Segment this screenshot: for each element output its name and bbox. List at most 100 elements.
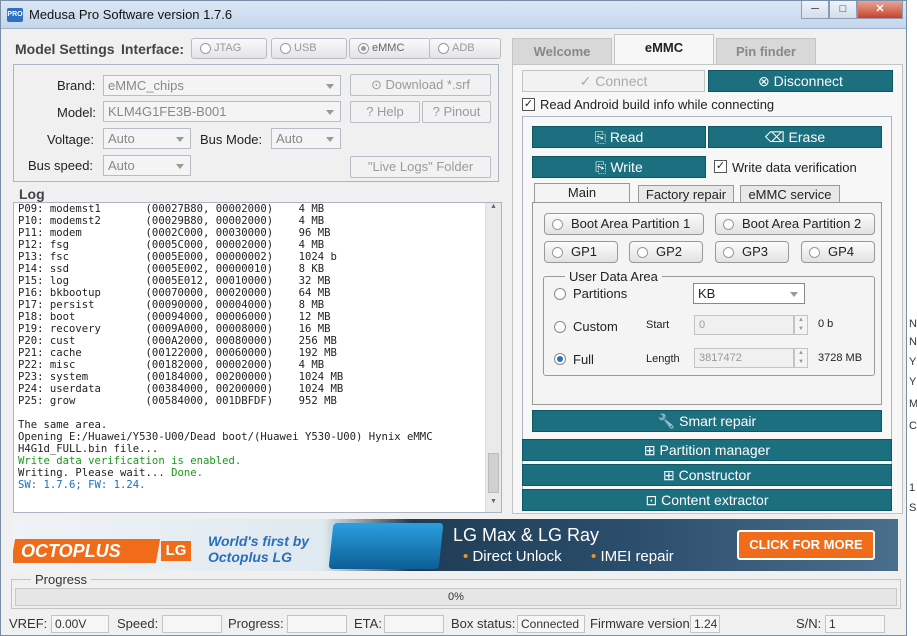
constructor-button[interactable]: ⊞ Constructor [522, 464, 892, 486]
length-spinner[interactable]: ▲ ▼ [794, 348, 808, 368]
banner-headline: LG Max & LG Ray [453, 525, 600, 545]
progress-status-label: Progress: [228, 616, 284, 631]
live-logs-folder-button[interactable]: "Live Logs" Folder [350, 156, 491, 178]
progress-percent: 0% [448, 591, 464, 603]
side-text: N [909, 336, 917, 348]
log-line: P11: modem (0002C000, 00030000) 96 MB [18, 227, 331, 239]
length-input[interactable]: 3817472 [694, 348, 794, 368]
read-android-checkbox[interactable]: ✓ [522, 98, 535, 111]
banner-tagline-1: World's first by [208, 533, 310, 549]
main-window: PRO Medusa Pro Software version 1.7.6 ─ … [0, 0, 907, 636]
log-line: P25: grow (00584000, 001DBFDF) 952 MB [18, 395, 337, 407]
scroll-up-icon[interactable]: ▲ [486, 203, 501, 217]
extractor-icon: ⊡ [645, 492, 658, 508]
partitions-radio[interactable] [554, 288, 566, 300]
side-text: C [909, 420, 917, 432]
log-line: P23: system (00184000, 00200000) 1024 MB [18, 371, 344, 383]
log-title: Log [19, 186, 45, 202]
minimize-button[interactable]: ─ [801, 1, 829, 19]
disconnect-button[interactable]: ⊗ Disconnect [708, 70, 893, 92]
gp1-radio[interactable]: GP1 [544, 241, 618, 263]
model-select[interactable]: KLM4G1FE3B-B001 [103, 101, 341, 122]
log-scrollbar[interactable]: ▲ ▼ [485, 203, 501, 512]
side-text: Y [909, 356, 917, 368]
pinout-button[interactable]: ? Pinout [422, 101, 491, 123]
start-spinner[interactable]: ▲ ▼ [794, 315, 808, 335]
erase-button[interactable]: ⌫ Erase [708, 126, 882, 148]
octoplus-lg-banner[interactable]: OCTOPLUS LG World's first by Octoplus LG… [13, 519, 898, 571]
window-title: Medusa Pro Software version 1.7.6 [29, 7, 233, 22]
click-for-more-button[interactable]: CLICK FOR MORE [737, 530, 875, 560]
user-data-area-title: User Data Area [565, 269, 662, 284]
custom-radio[interactable] [554, 321, 566, 333]
content-extractor-button[interactable]: ⊡ Content extractor [522, 489, 892, 511]
scroll-thumb[interactable] [488, 453, 499, 493]
log-panel: P09: modemst1 (00027B80, 00002000) 4 MB P… [13, 202, 502, 513]
maximize-button[interactable]: □ [829, 1, 857, 19]
bus-mode-select[interactable]: Auto [271, 128, 341, 149]
side-text: N [909, 318, 917, 330]
box-status-value: Connected [517, 615, 585, 633]
bus-speed-select[interactable]: Auto [103, 155, 191, 176]
help-button[interactable]: ? Help [350, 101, 420, 123]
tab-pin-finder[interactable]: Pin finder [716, 38, 816, 64]
firmware-value: 1.24 [690, 615, 720, 633]
start-label: Start [646, 319, 670, 331]
interface-emmc-radio[interactable]: eMMC [349, 38, 431, 59]
eta-value [384, 615, 444, 633]
full-radio[interactable] [554, 353, 566, 365]
gp3-radio[interactable]: GP3 [715, 241, 789, 263]
tab-emmc[interactable]: eMMC [614, 34, 714, 64]
write-verify-label: Write data verification [732, 160, 857, 175]
read-button[interactable]: ⎘ Read [532, 126, 706, 148]
log-line: P21: cache (00122000, 00060000) 192 MB [18, 347, 337, 359]
gp4-radio[interactable]: GP4 [801, 241, 875, 263]
banner-feature-1: • Direct Unlock [463, 548, 562, 565]
log-line: P24: userdata (00384000, 00200000) 1024 … [18, 383, 344, 395]
log-line: H4G1d_FULL.bin file... [18, 443, 159, 455]
connect-button[interactable]: ✓ Connect [522, 70, 705, 92]
tab-welcome[interactable]: Welcome [512, 38, 612, 64]
title-bar: PRO Medusa Pro Software version 1.7.6 ─ … [1, 1, 906, 29]
interface-adb-radio[interactable]: ADB [429, 38, 501, 59]
wrench-icon: 🔧 [657, 413, 676, 429]
log-line: P19: recovery (0009A000, 00008000) 16 MB [18, 323, 331, 335]
length-unit: 3728 MB [818, 352, 863, 364]
model-label: Model: [57, 105, 97, 120]
partitions-label: Partitions [573, 286, 628, 301]
boot-area-2-radio[interactable]: Boot Area Partition 2 [715, 213, 875, 235]
vref-label: VREF: [9, 616, 48, 631]
side-text: 1 [909, 482, 916, 494]
write-icon: ⎘ [595, 159, 607, 175]
speed-label: Speed: [117, 616, 159, 631]
serial-value: 1 [825, 615, 885, 633]
vref-value: 0.00V [51, 615, 109, 633]
log-line-version: SW: 1.7.6; FW: 1.24. [18, 479, 146, 491]
read-icon: ⎘ [594, 129, 606, 145]
log-line: P22: misc (00182000, 00002000) 4 MB [18, 359, 325, 371]
pinout-icon: ? [432, 104, 440, 119]
gp2-radio[interactable]: GP2 [629, 241, 703, 263]
boot-area-1-radio[interactable]: Boot Area Partition 1 [544, 213, 704, 235]
bus-speed-label: Bus speed: [28, 158, 94, 173]
voltage-select[interactable]: Auto [103, 128, 191, 149]
subtab-main[interactable]: Main [534, 183, 630, 203]
disconnect-icon: ⊗ [758, 73, 770, 89]
custom-label: Custom [573, 319, 618, 334]
smart-repair-button[interactable]: 🔧 Smart repair [532, 410, 882, 432]
interface-usb-radio[interactable]: USB [271, 38, 347, 59]
eta-label: ETA: [354, 616, 382, 631]
interface-jtag-radio[interactable]: JTAG [191, 38, 267, 59]
download-srf-button[interactable]: ⊙ Download *.srf [350, 74, 491, 96]
banner-tagline-2: Octoplus LG [208, 549, 292, 565]
partition-manager-button[interactable]: ⊞ Partition manager [522, 439, 892, 461]
partitions-unit-select[interactable]: KB [693, 283, 805, 304]
box-status-label: Box status: [451, 616, 516, 631]
bus-mode-label: Bus Mode: [200, 132, 263, 147]
write-verify-checkbox[interactable]: ✓ [714, 160, 727, 173]
scroll-down-icon[interactable]: ▼ [486, 498, 501, 512]
write-button[interactable]: ⎘ Write [532, 156, 706, 178]
brand-select[interactable]: eMMC_chips [103, 75, 341, 96]
close-button[interactable]: ✕ [857, 1, 903, 19]
start-input[interactable]: 0 [694, 315, 794, 335]
